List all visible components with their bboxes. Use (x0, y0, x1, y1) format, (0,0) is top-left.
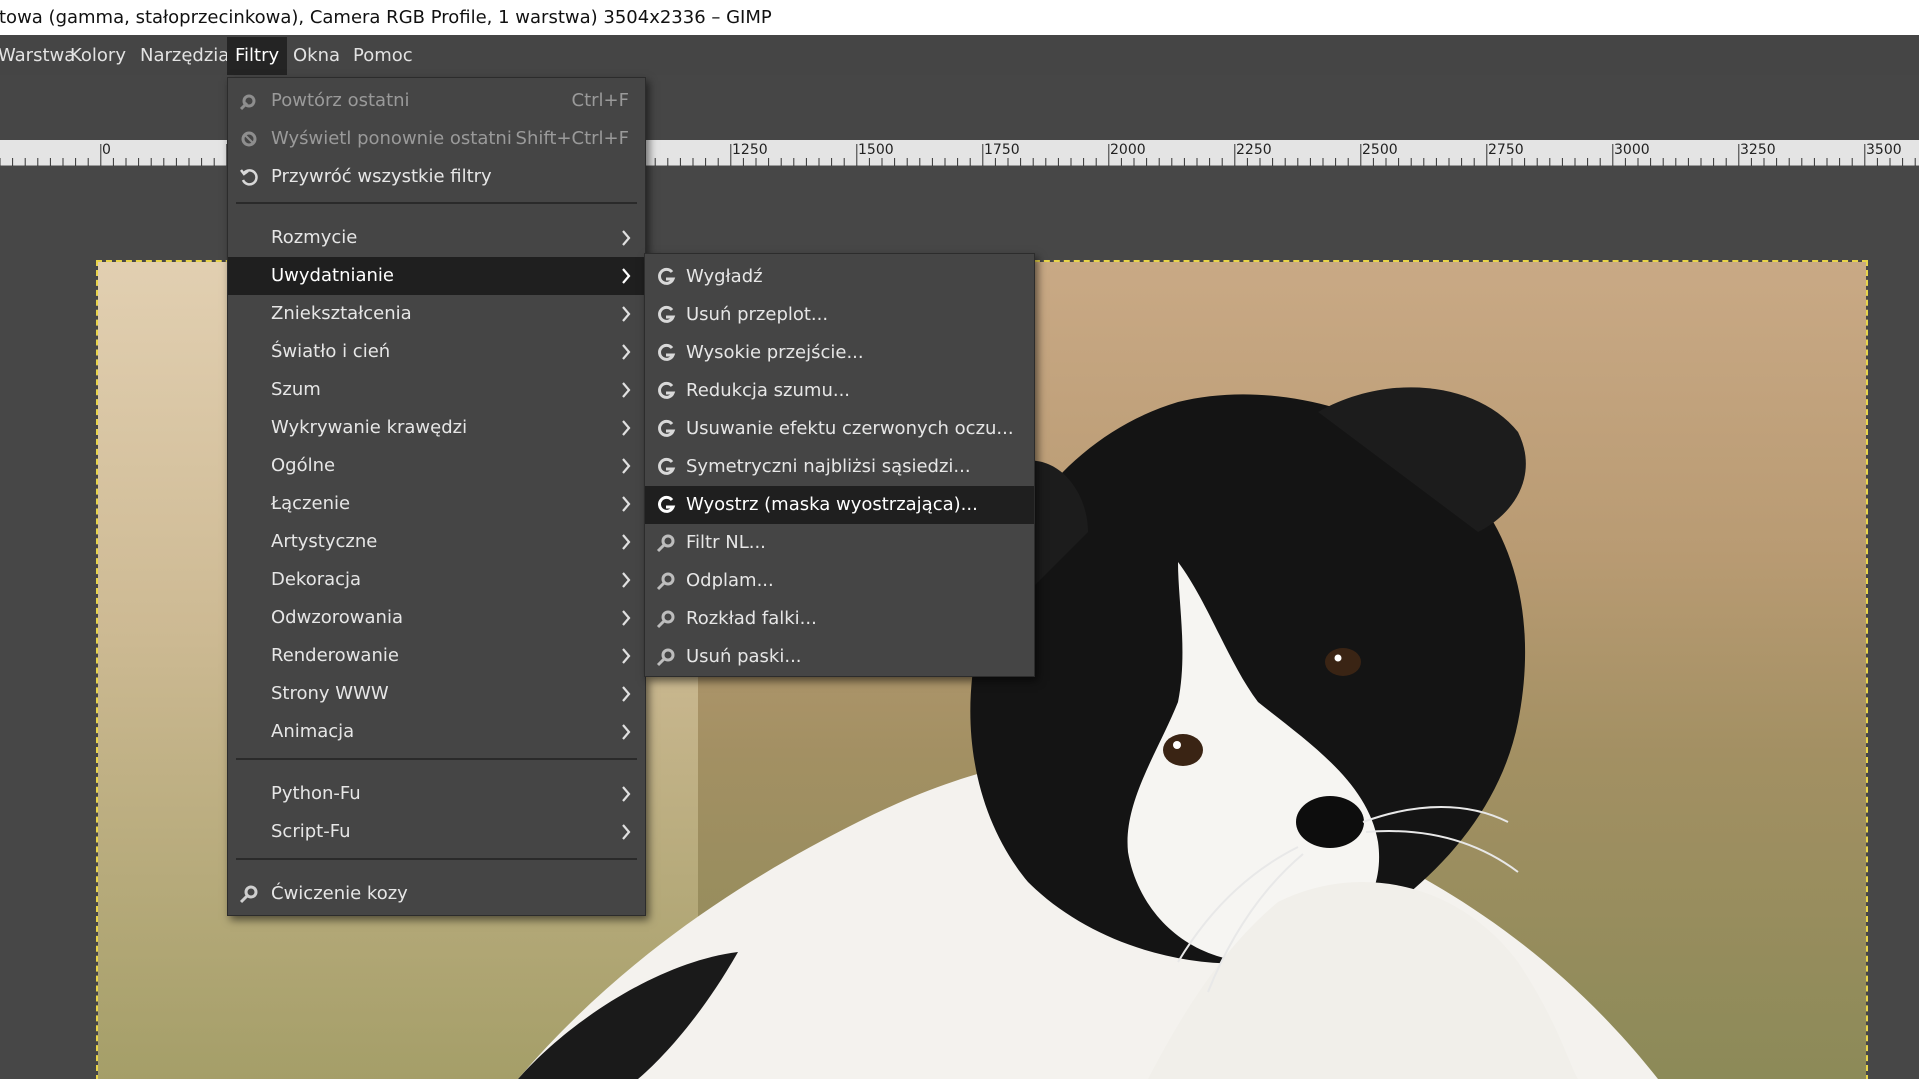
menu-item-script-fu[interactable]: Script-Fu (228, 813, 645, 851)
filters-menu: Powtórz ostatni Ctrl+F Wyświetl ponownie… (227, 77, 646, 916)
submenu-item-red-eye-removal[interactable]: Usuwanie efektu czerwonych oczu... (645, 410, 1034, 448)
menu-item-decor[interactable]: Dekoracja (228, 561, 645, 599)
undo-icon (240, 169, 258, 186)
menu-item-render[interactable]: Renderowanie (228, 637, 645, 675)
menu-help[interactable]: Pomoc (345, 37, 421, 75)
menu-item-combine[interactable]: Łączenie (228, 485, 645, 523)
menu-separator (236, 202, 637, 204)
menu-item-reshow-last[interactable]: Wyświetl ponownie ostatni Shift+Ctrl+F (228, 120, 645, 158)
chevron-right-icon (622, 230, 631, 246)
ruler-label: 2500 (1362, 142, 1398, 158)
menu-item-map[interactable]: Odwzorowania (228, 599, 645, 637)
chevron-right-icon (622, 572, 631, 588)
menu-item-web[interactable]: Strony WWW (228, 675, 645, 713)
gear-icon (656, 610, 675, 629)
menu-filters[interactable]: Filtry (227, 37, 288, 75)
ruler-label: 1250 (732, 142, 768, 158)
gear-icon (656, 648, 675, 667)
submenu-item-symmetric-nearest-neighbor[interactable]: Symetryczni najbliżsi sąsiedzi... (645, 448, 1034, 486)
submenu-item-noise-reduction[interactable]: Redukcja szumu... (645, 372, 1034, 410)
chevron-right-icon (622, 420, 631, 436)
submenu-item-despeckle[interactable]: Odplam... (645, 562, 1034, 600)
chevron-right-icon (622, 534, 631, 550)
ruler-label: 2000 (1110, 142, 1146, 158)
ruler-label: 2250 (1236, 142, 1272, 158)
submenu-item-unsharp-mask[interactable]: Wyostrz (maska wyostrzająca)... (645, 486, 1034, 524)
gear-icon (239, 885, 258, 904)
menu-item-noise[interactable]: Szum (228, 371, 645, 409)
chevron-right-icon (622, 824, 631, 840)
window-title: itowa (gamma, stałoprzecinkowa), Camera … (0, 7, 772, 28)
chevron-right-icon (622, 344, 631, 360)
gegl-icon (658, 305, 676, 323)
menu-item-animation[interactable]: Animacja (228, 713, 645, 751)
menu-item-blur[interactable]: Rozmycie (228, 219, 645, 257)
menu-item-reset-all-filters[interactable]: Przywróć wszystkie filtry (228, 158, 645, 196)
submenu-item-destripe[interactable]: Usuń paski... (645, 638, 1034, 676)
chevron-right-icon (622, 724, 631, 740)
ruler-label: 3250 (1740, 142, 1776, 158)
chevron-right-icon (622, 268, 631, 284)
ruler-label: 1500 (858, 142, 894, 158)
chevron-right-icon (622, 382, 631, 398)
menu-item-goat-exercise[interactable]: Ćwiczenie kozy (228, 875, 645, 913)
gegl-icon (658, 457, 676, 475)
menu-colors[interactable]: Kolory (62, 37, 134, 75)
menu-tools[interactable]: Narzędzia (132, 37, 237, 75)
enhance-submenu: Wygładź Usuń przeplot... Wysokie przejśc… (644, 253, 1035, 677)
submenu-item-antialias[interactable]: Wygładź (645, 258, 1034, 296)
chevron-right-icon (622, 610, 631, 626)
chevron-right-icon (622, 686, 631, 702)
gegl-icon (658, 495, 676, 513)
menubar: Warstwa Kolory Narzędzia Filtry Okna Pom… (0, 35, 1919, 75)
ruler-label: 0 (102, 142, 111, 158)
chevron-right-icon (622, 648, 631, 664)
gegl-icon (658, 419, 676, 437)
menu-item-light-shadow[interactable]: Światło i cień (228, 333, 645, 371)
menu-separator (236, 758, 637, 760)
menu-item-repeat-last[interactable]: Powtórz ostatni Ctrl+F (228, 82, 645, 120)
menu-item-artistic[interactable]: Artystyczne (228, 523, 645, 561)
chevron-right-icon (622, 786, 631, 802)
submenu-item-deinterlace[interactable]: Usuń przeplot... (645, 296, 1034, 334)
submenu-item-nl-filter[interactable]: Filtr NL... (645, 524, 1034, 562)
chevron-right-icon (622, 458, 631, 474)
ruler-label: 2750 (1488, 142, 1524, 158)
ruler-label: 3500 (1866, 142, 1902, 158)
submenu-item-wavelet-decompose[interactable]: Rozkład falki... (645, 600, 1034, 638)
gear-icon (239, 94, 256, 111)
submenu-item-high-pass[interactable]: Wysokie przejście... (645, 334, 1034, 372)
menu-item-python-fu[interactable]: Python-Fu (228, 775, 645, 813)
gear-refresh-icon (241, 131, 257, 147)
menu-item-generic[interactable]: Ogólne (228, 447, 645, 485)
ruler-label: 1750 (984, 142, 1020, 158)
gear-icon (656, 572, 675, 591)
menu-item-distorts[interactable]: Zniekształcenia (228, 295, 645, 333)
chevron-right-icon (622, 496, 631, 512)
chevron-right-icon (622, 306, 631, 322)
gegl-icon (658, 381, 676, 399)
ruler-label: 3000 (1614, 142, 1650, 158)
gear-icon (656, 534, 675, 553)
menu-item-edge-detect[interactable]: Wykrywanie krawędzi (228, 409, 645, 447)
menu-separator (236, 858, 637, 860)
menu-item-enhance[interactable]: Uwydatnianie (228, 257, 645, 295)
gegl-icon (658, 267, 676, 285)
gegl-icon (658, 343, 676, 361)
menu-windows[interactable]: Okna (285, 37, 348, 75)
window-title-bar: itowa (gamma, stałoprzecinkowa), Camera … (0, 0, 1919, 35)
